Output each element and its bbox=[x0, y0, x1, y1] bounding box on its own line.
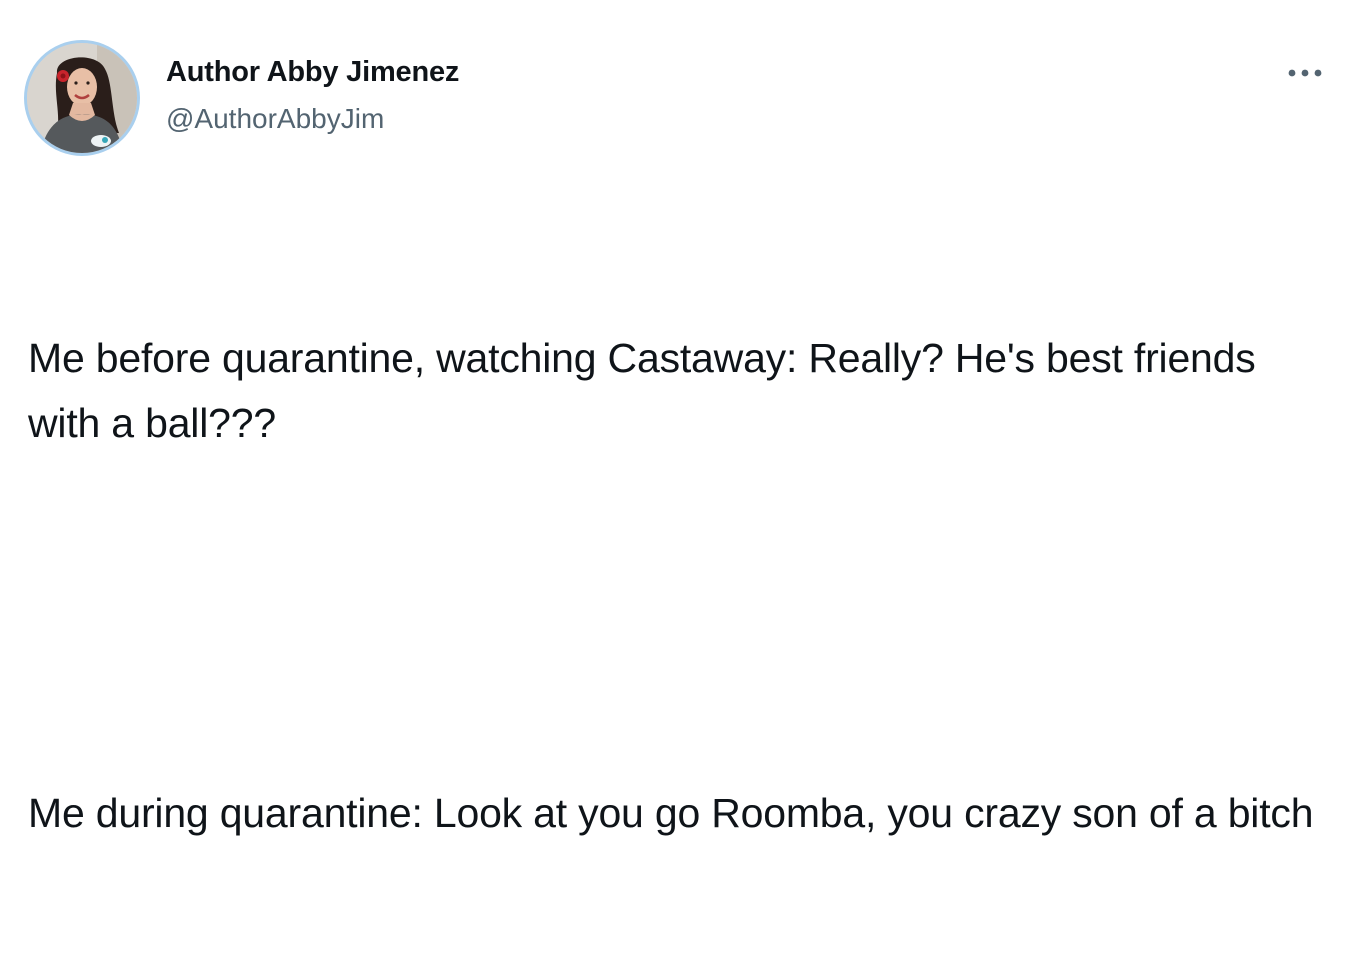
tweet-text: Me before quarantine, watching Castaway:… bbox=[28, 196, 1328, 976]
profile-photo-icon bbox=[27, 43, 137, 153]
author-avatar[interactable] bbox=[24, 40, 140, 156]
author-display-name[interactable]: Author Abby Jimenez bbox=[166, 54, 459, 90]
more-options-button[interactable] bbox=[1281, 58, 1329, 88]
tweet-paragraph-1: Me before quarantine, watching Castaway:… bbox=[28, 335, 1267, 446]
tweet-card: Author Abby Jimenez @AuthorAbbyJim Me be… bbox=[0, 0, 1346, 836]
more-options-icon bbox=[1288, 69, 1322, 77]
tweet-paragraph-2: Me during quarantine: Look at you go Roo… bbox=[28, 790, 1314, 836]
author-handle[interactable]: @AuthorAbbyJim bbox=[166, 101, 384, 137]
